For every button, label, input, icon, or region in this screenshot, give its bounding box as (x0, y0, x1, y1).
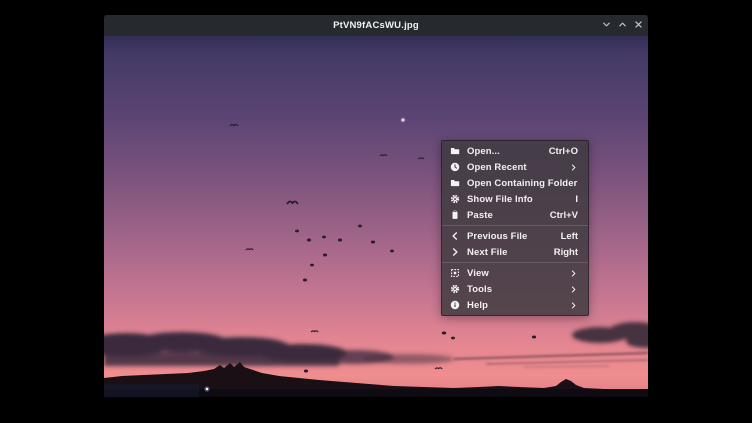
menu-item-shortcut: Left (561, 231, 578, 242)
menu-item-shortcut: Ctrl+V (550, 210, 578, 221)
folder-icon (450, 146, 460, 156)
menu-item-paste[interactable]: Paste Ctrl+V (442, 207, 588, 223)
desktop-background: { "window": { "title": "PtVN9fACsWU.jpg"… (0, 0, 752, 423)
paste-icon (450, 210, 460, 220)
menu-item-next-file[interactable]: Next File Right (442, 244, 588, 260)
menu-item-tools[interactable]: Tools (442, 281, 588, 297)
menu-separator (442, 225, 588, 226)
folder-icon (450, 178, 460, 188)
menu-item-show-file-info[interactable]: Show File Info I (442, 191, 588, 207)
menu-item-view[interactable]: View (442, 265, 588, 281)
menu-item-label: View (467, 268, 562, 279)
menu-item-open[interactable]: Open... Ctrl+O (442, 143, 588, 159)
gear-icon (450, 284, 460, 294)
submenu-arrow-icon (569, 269, 578, 278)
menu-item-label: Previous File (467, 231, 554, 242)
window-title: PtVN9fACsWU.jpg (333, 20, 419, 31)
close-button[interactable] (631, 18, 645, 34)
submenu-arrow-icon (569, 301, 578, 310)
menu-item-help[interactable]: Help (442, 297, 588, 313)
menu-item-label: Open... (467, 146, 542, 157)
view-icon (450, 268, 460, 278)
ground-light (204, 386, 209, 391)
menu-item-shortcut: Right (554, 247, 578, 258)
info-icon (450, 300, 460, 310)
menu-separator (442, 262, 588, 263)
venus-dot (401, 118, 406, 123)
menu-item-label: Show File Info (467, 194, 568, 205)
menu-item-open-recent[interactable]: Open Recent (442, 159, 588, 175)
close-icon (633, 18, 644, 33)
titlebar[interactable]: PtVN9fACsWU.jpg (104, 15, 648, 36)
minimize-button[interactable] (599, 18, 613, 34)
chevron-down-icon (601, 18, 612, 33)
menu-item-label: Help (467, 300, 562, 311)
menu-item-label: Next File (467, 247, 547, 258)
menu-item-label: Open Recent (467, 162, 562, 173)
menu-item-previous-file[interactable]: Previous File Left (442, 228, 588, 244)
submenu-arrow-icon (569, 285, 578, 294)
menu-item-shortcut: Ctrl+O (549, 146, 578, 157)
window-controls (599, 15, 645, 36)
menu-item-label: Tools (467, 284, 562, 295)
gear-icon (450, 194, 460, 204)
chevron-left-icon (450, 231, 460, 241)
maximize-button[interactable] (615, 18, 629, 34)
clock-icon (450, 162, 460, 172)
submenu-arrow-icon (569, 163, 578, 172)
menu-item-label: Paste (467, 210, 543, 221)
foreground-navy-tint (104, 384, 199, 397)
menu-item-shortcut: I (575, 194, 578, 205)
chevron-up-icon (617, 18, 628, 33)
context-menu: Open... Ctrl+O Open Recent Open Containi… (441, 140, 589, 316)
menu-item-label: Open Containing Folder (467, 178, 577, 189)
menu-item-open-containing-folder[interactable]: Open Containing Folder (442, 175, 588, 191)
chevron-right-icon (450, 247, 460, 257)
